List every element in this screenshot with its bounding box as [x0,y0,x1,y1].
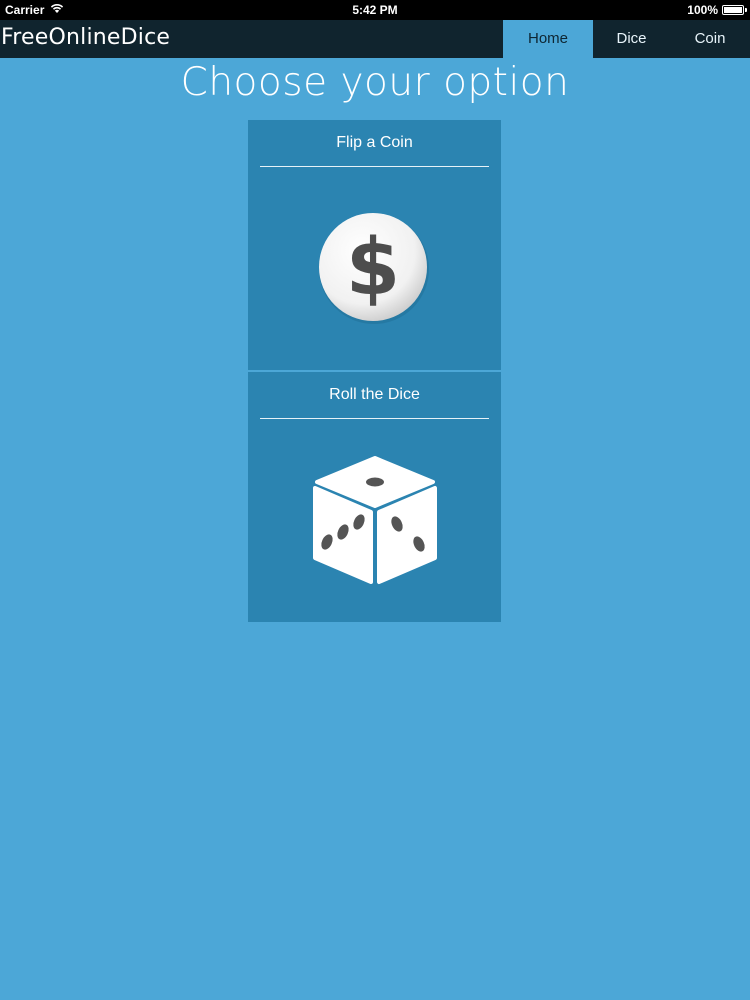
flip-coin-card[interactable]: Flip a Coin $ [248,120,501,370]
status-bar: Carrier 5:42 PM 100% [0,0,750,20]
card-divider [260,166,489,167]
roll-dice-card[interactable]: Roll the Dice [248,372,501,622]
dice-icon[interactable] [311,454,439,586]
status-right: 100% [687,3,747,17]
battery-fill [724,7,742,13]
battery-percent: 100% [687,3,718,17]
top-navbar: FreeOnlineDice Home Dice Coin [0,20,750,58]
svg-text:$: $ [346,223,400,313]
brand-logo-text[interactable]: FreeOnlineDice [1,25,170,50]
nav-tab-home[interactable]: Home [503,20,593,58]
dollar-coin-icon[interactable]: $ [316,210,432,326]
nav-tab-dice[interactable]: Dice [593,20,670,58]
card-divider [260,418,489,419]
roll-dice-title: Roll the Dice [329,386,420,403]
page-title: Choose your option [180,60,570,105]
flip-coin-title: Flip a Coin [336,134,413,151]
status-time: 5:42 PM [352,3,398,17]
nav-tab-coin[interactable]: Coin [670,20,750,58]
battery-icon [722,5,747,15]
